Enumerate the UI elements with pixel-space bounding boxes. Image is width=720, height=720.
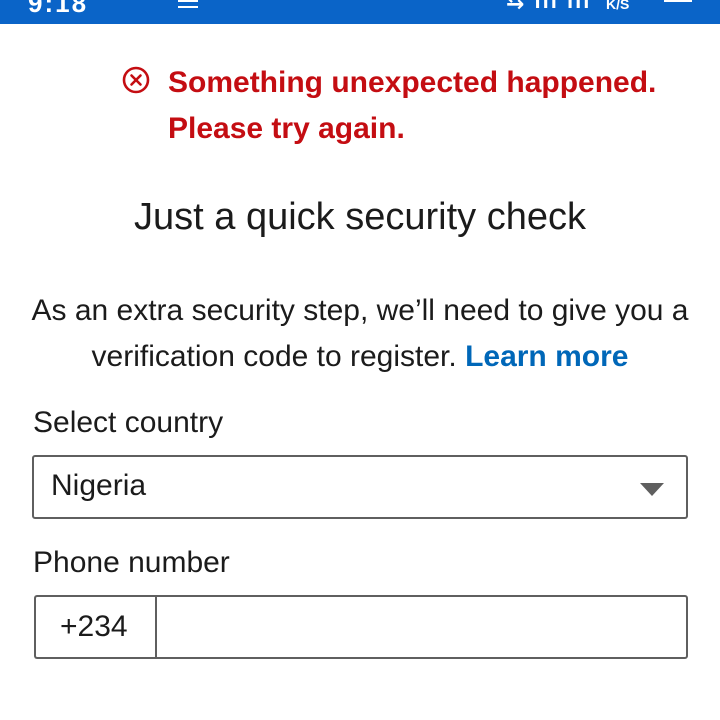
network-speed-unit: K/S bbox=[606, 0, 630, 12]
country-select[interactable]: Nigeria bbox=[32, 455, 688, 519]
signal-icon: ⇆ ııı ııı bbox=[506, 0, 592, 13]
battery-icon bbox=[664, 0, 692, 2]
phone-number-input[interactable] bbox=[155, 595, 688, 659]
country-label: Select country bbox=[33, 406, 224, 439]
description: As an extra security step, we’ll need to… bbox=[24, 288, 696, 380]
status-bar: 9:18 ⇆ ııı ııı K/S bbox=[0, 0, 720, 24]
circle-x-icon bbox=[122, 66, 150, 94]
menu-icon bbox=[178, 0, 198, 8]
error-text: Something unexpected happened. Please tr… bbox=[168, 66, 657, 145]
learn-more-link[interactable]: Learn more bbox=[465, 340, 628, 373]
status-time: 9:18 bbox=[28, 0, 89, 18]
country-code: +234 bbox=[60, 610, 128, 643]
chevron-down-icon bbox=[640, 483, 664, 496]
country-code-box: +234 bbox=[34, 595, 157, 659]
phone-label: Phone number bbox=[33, 546, 230, 579]
page-title: Just a quick security check bbox=[134, 196, 586, 238]
country-select-value: Nigeria bbox=[51, 469, 147, 502]
